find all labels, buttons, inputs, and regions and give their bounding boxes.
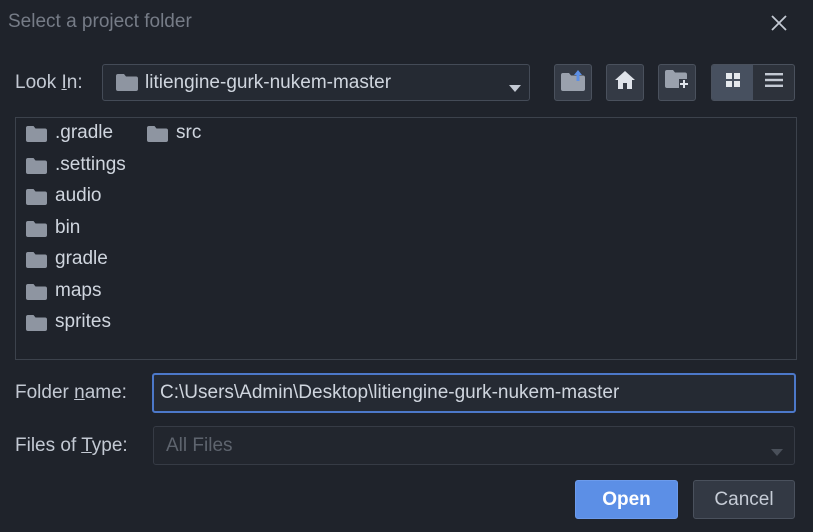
grid-view-button[interactable]	[712, 65, 753, 100]
file-type-label: Files of Type:	[15, 435, 128, 457]
up-one-level-button[interactable]	[554, 64, 592, 101]
folder-icon	[26, 126, 47, 142]
file-type-value: All Files	[166, 435, 233, 456]
folder-icon	[26, 221, 47, 237]
open-button[interactable]: Open	[575, 480, 678, 519]
folder-name-label-text: Folder	[15, 382, 75, 403]
close-icon[interactable]	[766, 10, 792, 36]
folder-name-label: Folder name:	[15, 382, 127, 404]
folder-name-label-suffix: ame:	[84, 382, 127, 403]
grid-view-icon	[725, 73, 740, 92]
file-type-dropdown[interactable]: All Files	[153, 426, 795, 465]
file-type-label-text: Files of	[15, 435, 82, 456]
home-button[interactable]	[606, 64, 644, 101]
folder-up-icon	[561, 69, 585, 96]
folder-icon	[26, 189, 47, 205]
new-folder-button[interactable]	[658, 64, 696, 101]
home-icon	[615, 71, 635, 94]
look-in-value: litiengine-gurk-nukem-master	[145, 72, 392, 93]
list-item-label: src	[176, 122, 202, 143]
look-in-label-suffix: n:	[66, 72, 83, 93]
list-item-label: bin	[55, 217, 81, 238]
list-item-label: maps	[55, 280, 102, 301]
folder-icon	[116, 74, 138, 96]
folder-icon	[26, 252, 47, 268]
folder-icon	[26, 158, 47, 174]
chevron-down-icon	[509, 79, 521, 97]
list-view-button[interactable]	[753, 65, 794, 100]
chevron-down-icon	[771, 443, 783, 461]
folder-icon	[26, 284, 47, 300]
list-item-label: sprites	[55, 311, 111, 332]
file-type-label-mnemonic: T	[81, 435, 92, 456]
folder-name-label-mnemonic: n	[74, 382, 85, 403]
look-in-label: Look In:	[15, 72, 83, 94]
list-view-icon	[764, 73, 783, 92]
list-item-label: audio	[55, 185, 102, 206]
folder-name-input[interactable]	[152, 373, 796, 413]
cancel-button[interactable]: Cancel	[693, 480, 795, 519]
look-in-label-text: Look	[15, 72, 62, 93]
folder-icon	[26, 315, 47, 331]
dialog-title: Select a project folder	[8, 11, 192, 32]
file-list[interactable]: .gradle .settings audio bin gradle maps	[15, 117, 797, 360]
title-bar: Select a project folder	[0, 0, 813, 45]
new-folder-icon	[665, 70, 689, 95]
list-item-label: .settings	[55, 154, 126, 175]
list-item-label: .gradle	[55, 122, 114, 143]
look-in-dropdown[interactable]: litiengine-gurk-nukem-master	[102, 64, 530, 101]
list-item-label: gradle	[55, 248, 108, 269]
file-type-label-suffix: ype:	[91, 435, 128, 456]
view-mode-toggle	[711, 64, 795, 101]
folder-icon	[147, 126, 168, 142]
